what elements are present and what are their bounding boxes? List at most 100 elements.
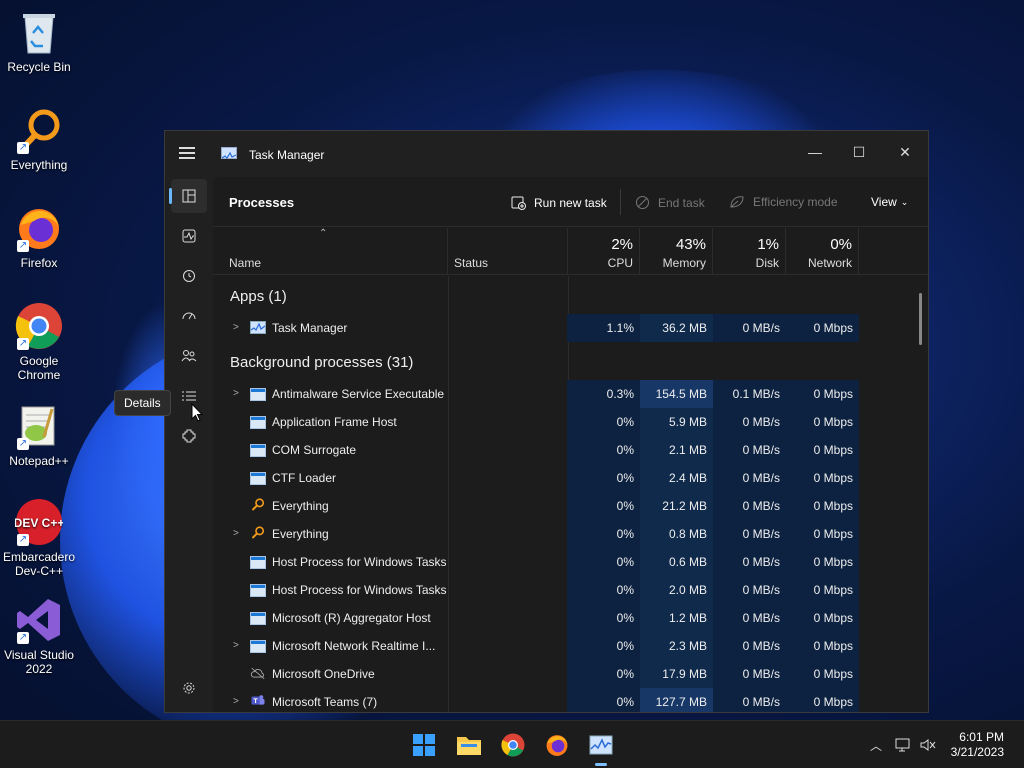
process-name: Everything bbox=[272, 527, 329, 541]
column-header-network[interactable]: 0% Network bbox=[786, 228, 859, 275]
process-name: Microsoft Teams (7) bbox=[272, 695, 378, 709]
desktop-icon-visual-studio[interactable]: ↗ Visual Studio 2022 bbox=[0, 596, 78, 676]
firefox-icon bbox=[546, 735, 568, 756]
desktop-icon-everything[interactable]: ↗ Everything bbox=[0, 106, 78, 172]
column-header-disk[interactable]: 1% Disk bbox=[713, 228, 786, 275]
task-manager-window: Task Manager — ☐ ✕ Processes Run new tas… bbox=[164, 130, 929, 713]
column-header-name[interactable]: ⌃ Name bbox=[213, 228, 448, 275]
process-disk: 0 MB/s bbox=[713, 688, 786, 712]
clock-time: 6:01 PM bbox=[959, 730, 1004, 744]
process-name: Everything bbox=[272, 499, 329, 513]
taskbar-task-manager[interactable] bbox=[587, 731, 615, 766]
process-memory: 36.2 MB bbox=[640, 314, 713, 342]
process-disk: 0 MB/s bbox=[713, 632, 786, 660]
speaker-muted-icon bbox=[920, 739, 936, 751]
process-row[interactable]: CTF Loader 0% 2.4 MB 0 MB/s 0 Mbps bbox=[213, 464, 928, 492]
desktop-icon-notepadpp[interactable]: ↗ Notepad++ bbox=[0, 402, 78, 468]
window-process-icon bbox=[250, 584, 266, 597]
folder-icon bbox=[457, 737, 481, 755]
chevron-right-icon[interactable]: > bbox=[233, 696, 239, 707]
network-status-button[interactable] bbox=[889, 731, 917, 759]
start-button[interactable] bbox=[410, 731, 438, 759]
everything-icon: ↗ bbox=[15, 106, 63, 154]
process-name: Microsoft Network Realtime I... bbox=[272, 639, 436, 653]
process-network: 0 Mbps bbox=[786, 464, 859, 492]
hamburger-menu-icon[interactable] bbox=[179, 147, 195, 159]
sidebar-item-performance[interactable] bbox=[171, 219, 207, 253]
close-button[interactable]: ✕ bbox=[885, 137, 925, 167]
run-new-task-button[interactable]: Run new task bbox=[511, 195, 607, 210]
minimize-button[interactable]: — bbox=[795, 137, 835, 167]
process-disk: 0 MB/s bbox=[713, 576, 786, 604]
process-disk: 0 MB/s bbox=[713, 660, 786, 688]
process-cpu: 0.3% bbox=[567, 380, 640, 408]
process-row[interactable]: Host Process for Windows Tasks 0% 2.0 MB 0 … bbox=[213, 576, 928, 604]
process-cpu: 0% bbox=[567, 548, 640, 576]
recycle-bin-icon bbox=[15, 8, 63, 56]
page-title: Processes bbox=[229, 195, 295, 210]
chevron-right-icon[interactable]: > bbox=[233, 322, 239, 333]
process-name: Host Process for Windows Tasks bbox=[272, 583, 447, 597]
process-network: 0 Mbps bbox=[786, 408, 859, 436]
chevron-right-icon[interactable]: > bbox=[233, 388, 239, 399]
process-network: 0 Mbps bbox=[786, 604, 859, 632]
taskbar-chrome[interactable] bbox=[499, 731, 527, 759]
process-cpu: 0% bbox=[567, 604, 640, 632]
toolbar-separator bbox=[620, 189, 621, 215]
process-cpu: 0% bbox=[567, 632, 640, 660]
process-memory: 0.8 MB bbox=[640, 520, 713, 548]
process-name: Microsoft OneDrive bbox=[272, 667, 375, 681]
sidebar-item-services[interactable] bbox=[171, 419, 207, 453]
window-process-icon bbox=[250, 388, 266, 401]
process-cpu: 0% bbox=[567, 660, 640, 688]
task-manager-app-icon bbox=[221, 147, 237, 159]
column-header-memory[interactable]: 43% Memory bbox=[640, 228, 713, 275]
desktop-icon-devcpp[interactable]: DEV C++ ↗ Embarcadero Dev-C++ bbox=[0, 498, 78, 578]
sidebar-item-settings[interactable] bbox=[171, 671, 207, 705]
process-row[interactable]: > Antimalware Service Executable 0.3% 154.5… bbox=[213, 380, 928, 408]
window-process-icon bbox=[250, 612, 266, 625]
taskbar-file-explorer[interactable] bbox=[455, 731, 483, 759]
taskbar-firefox[interactable] bbox=[543, 731, 571, 759]
end-task-button[interactable]: End task bbox=[635, 195, 705, 210]
process-row[interactable]: > Microsoft Network Realtime I... 0% 2.3 MB… bbox=[213, 632, 928, 660]
process-row[interactable]: Microsoft (R) Aggregator Host 0% 1.2 MB 0 M… bbox=[213, 604, 928, 632]
volume-button[interactable] bbox=[914, 731, 942, 759]
process-row[interactable]: COM Surrogate 0% 2.1 MB 0 MB/s 0 Mbps bbox=[213, 436, 928, 464]
process-row[interactable]: > Task Manager 1.1% 36.2 MB 0 MB/s 0 Mbps bbox=[213, 314, 928, 342]
sidebar-item-app-history[interactable] bbox=[171, 259, 207, 293]
process-name: COM Surrogate bbox=[272, 443, 357, 457]
sidebar-item-users[interactable] bbox=[171, 339, 207, 373]
efficiency-mode-button[interactable]: Efficiency mode bbox=[729, 195, 838, 209]
vertical-scrollbar[interactable] bbox=[919, 293, 922, 345]
process-row[interactable]: > Everything 0% 0.8 MB 0 MB/s 0 Mbps bbox=[213, 520, 928, 548]
chevron-right-icon[interactable]: > bbox=[233, 640, 239, 651]
gear-icon bbox=[183, 682, 195, 694]
process-row[interactable]: Everything 0% 21.2 MB 0 MB/s 0 Mbps bbox=[213, 492, 928, 520]
process-row[interactable]: Host Process for Windows Tasks 0% 0.6 MB 0 … bbox=[213, 548, 928, 576]
process-network: 0 Mbps bbox=[786, 492, 859, 520]
sidebar-item-startup-apps[interactable] bbox=[171, 299, 207, 333]
taskbar: ︿ 6:01 PM 3/21/2023 bbox=[0, 720, 1024, 768]
desktop-icon-recycle-bin[interactable]: Recycle Bin bbox=[0, 8, 78, 74]
desktop-icon-firefox[interactable]: ↗ Firefox bbox=[0, 204, 78, 270]
title-bar[interactable]: Task Manager — ☐ ✕ bbox=[165, 131, 928, 177]
sidebar-item-processes[interactable] bbox=[169, 179, 207, 213]
process-row[interactable]: > Microsoft Teams (7) 0% 127.7 MB 0 MB/s 0 Mb… bbox=[213, 688, 928, 712]
desktop-icon-google-chrome[interactable]: ↗ Google Chrome bbox=[0, 302, 78, 382]
process-name: Task Manager bbox=[272, 321, 348, 335]
process-network: 0 Mbps bbox=[786, 576, 859, 604]
view-dropdown[interactable]: View ⌄ bbox=[871, 195, 908, 209]
column-header-cpu[interactable]: 2% CPU bbox=[568, 228, 640, 275]
show-hidden-icons-button[interactable]: ︿ bbox=[862, 731, 890, 759]
process-cpu: 0% bbox=[567, 464, 640, 492]
process-row[interactable]: Application Frame Host 0% 5.9 MB 0 MB/s 0 Mb… bbox=[213, 408, 928, 436]
process-row[interactable]: Microsoft OneDrive 0% 17.9 MB 0 MB/s 0 Mbps bbox=[213, 660, 928, 688]
system-clock[interactable]: 6:01 PM 3/21/2023 bbox=[951, 730, 1004, 760]
maximize-button[interactable]: ☐ bbox=[839, 137, 879, 167]
process-memory: 2.3 MB bbox=[640, 632, 713, 660]
column-header-status[interactable]: Status bbox=[448, 228, 568, 275]
group-header-background: Background processes (31) bbox=[230, 354, 414, 371]
chevron-right-icon[interactable]: > bbox=[233, 528, 239, 539]
task-manager-process-icon bbox=[250, 321, 266, 334]
